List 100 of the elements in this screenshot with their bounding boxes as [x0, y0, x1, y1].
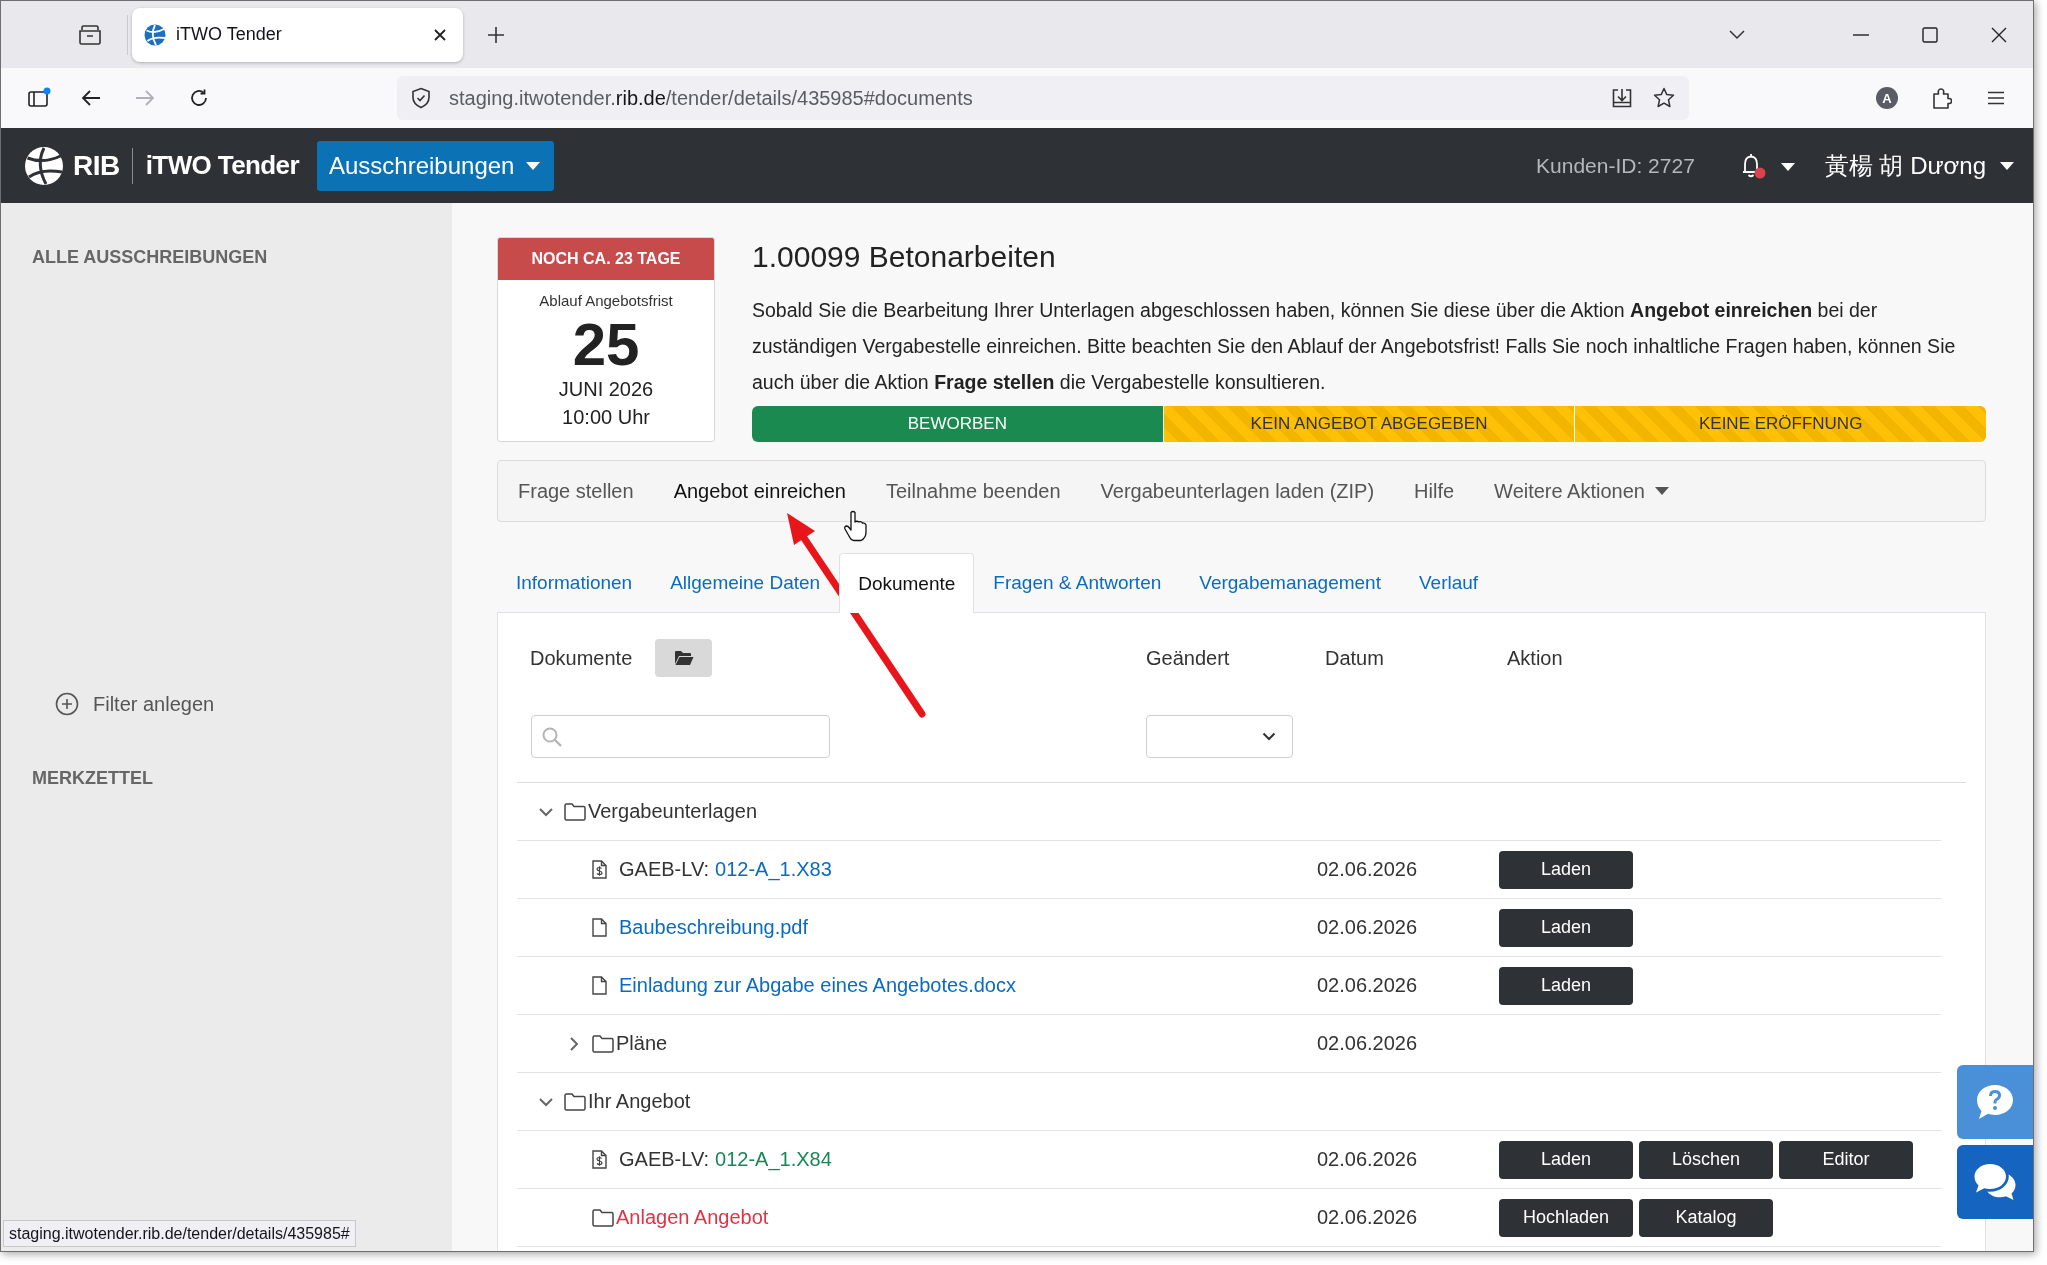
back-icon[interactable] — [81, 89, 101, 107]
deadline-day: 25 — [572, 316, 640, 374]
plus-circle-icon — [55, 692, 79, 716]
date-text: 02.06.2026 — [1317, 1032, 1418, 1054]
open-folder-icon — [673, 650, 694, 666]
column-header: Datum — [1324, 646, 1385, 670]
deadline-time: 10:00 Uhr — [562, 405, 650, 430]
chevron-right-icon[interactable] — [569, 1035, 579, 1052]
folder-icon — [592, 1034, 614, 1053]
days-left-badge: NOCH CA. 23 TAGE — [498, 238, 714, 280]
address-bar[interactable]: staging.itwotender.rib.de/tender/details/435985#documents — [397, 76, 1689, 120]
chat-button[interactable] — [1957, 1145, 2033, 1219]
file-dollar-icon — [592, 1150, 607, 1169]
link-status-bar: staging.itwotender.rib.de/tender/details/435985# — [3, 1220, 356, 1247]
date-text: 02.06.2026 — [1317, 1206, 1418, 1228]
tab[interactable]: Dokumente — [839, 553, 975, 613]
site-logo-icon — [144, 23, 166, 46]
maximize-icon[interactable] — [1921, 26, 1938, 43]
caret-down-icon[interactable] — [1780, 162, 1795, 171]
download-icon[interactable] — [1611, 87, 1633, 109]
shield-icon[interactable] — [411, 87, 431, 109]
chevron-down-icon[interactable] — [538, 1096, 554, 1107]
action-link[interactable]: Angebot einreichen — [653, 461, 866, 521]
browser-tab[interactable]: iTWO Tender — [132, 7, 463, 62]
action-button[interactable]: Hochladen — [1499, 1198, 1633, 1237]
close-icon[interactable] — [433, 27, 447, 42]
menu-icon[interactable] — [1987, 91, 2005, 105]
column-header: Aktion — [1506, 646, 1564, 670]
date-text: 02.06.2026 — [1317, 1148, 1418, 1170]
action-button[interactable]: Katalog — [1639, 1198, 1773, 1237]
tab[interactable]: Fragen & Antworten — [974, 553, 1181, 612]
close-icon[interactable] — [1990, 26, 2007, 43]
action-button[interactable]: Laden — [1499, 850, 1633, 889]
chat-bubbles-icon — [1973, 1162, 2017, 1202]
action-button[interactable]: Löschen — [1639, 1140, 1773, 1179]
action-link[interactable]: Vergabeunterlagen laden (ZIP) — [1080, 461, 1395, 521]
search-field[interactable] — [531, 715, 830, 758]
customer-id: Kunden-ID: 2727 — [1536, 153, 1695, 178]
file-icon — [592, 918, 607, 937]
tab[interactable]: Allgemeine Daten — [651, 553, 840, 612]
folder-icon — [564, 802, 586, 821]
tab[interactable]: Vergabemanagement — [1180, 553, 1400, 612]
file-type-label: GAEB-LV: — [619, 858, 710, 881]
folder-name[interactable]: Vergabeunterlagen — [588, 800, 758, 823]
file-type-label: GAEB-LV: — [619, 1148, 710, 1171]
user-menu-button[interactable]: 黃楊 胡 Dương — [1824, 149, 2014, 182]
account-button[interactable]: A — [1876, 87, 1898, 109]
star-icon[interactable] — [1653, 87, 1675, 109]
archive-box-icon[interactable] — [78, 23, 102, 46]
caret-down-icon[interactable] — [1654, 487, 1669, 495]
date-text: 02.06.2026 — [1317, 916, 1418, 938]
caret-down-icon[interactable] — [2000, 161, 2014, 170]
tab[interactable]: Informationen — [497, 553, 652, 612]
file-link[interactable]: Baubeschreibung.pdf — [619, 916, 809, 939]
action-link[interactable]: Teilnahme beenden — [866, 461, 1081, 521]
tender-title: 1.00099 Betonarbeiten — [752, 239, 1057, 275]
status-step: KEIN ANGEBOT ABGEGEBEN — [1162, 406, 1575, 442]
section-heading[interactable]: ALLE AUSSCHREIBUNGEN — [32, 245, 268, 269]
column-header: Dokumente — [530, 646, 633, 670]
folder-icon — [592, 1208, 614, 1227]
puzzle-icon[interactable] — [1932, 87, 1952, 109]
date-text: 02.06.2026 — [1317, 858, 1418, 880]
minimize-icon[interactable] — [1852, 33, 1869, 36]
folder-icon — [564, 1092, 586, 1111]
tab[interactable]: Verlauf — [1399, 553, 1498, 612]
chevron-down-icon — [1262, 732, 1276, 741]
product-name: iTWO Tender — [145, 150, 299, 181]
action-link[interactable]: Hilfe — [1394, 461, 1475, 521]
logo-icon — [24, 145, 64, 186]
tender-description: Sobald Sie die Bearbeitung Ihrer Unterlagen abgeschlossen haben, können Sie diese über die Aktion Angebot einreichen bei der zuständigen Vergabestelle einreichen. Bitte beachten Sie den Ablauf der Angebotsfrist! Falls Sie noch inhaltliche Fragen haben, können Sie auch über die Aktion Frage stellen die Vergabestelle konsultieren. — [752, 298, 1957, 395]
help-button[interactable] — [1957, 1065, 2033, 1139]
more-actions-dropdown[interactable]: Weitere Aktionen — [1474, 461, 1689, 521]
action-button[interactable]: Laden — [1499, 908, 1633, 947]
status-step: BEWORBEN — [752, 406, 1163, 442]
file-dollar-icon — [592, 860, 607, 879]
file-link[interactable]: 012-A_1.X84 — [715, 1148, 832, 1171]
file-link[interactable]: Einladung zur Abgabe eines Angebotes.docx — [619, 974, 1016, 997]
chevron-down-icon[interactable] — [1729, 29, 1745, 40]
date-text: 02.06.2026 — [1317, 974, 1418, 996]
action-button[interactable]: Laden — [1499, 966, 1633, 1005]
reload-icon[interactable] — [189, 88, 209, 108]
action-button[interactable]: Laden — [1499, 1140, 1633, 1179]
folder-name[interactable]: Ihr Angebot — [588, 1090, 691, 1113]
chevron-down-icon[interactable] — [538, 806, 554, 817]
action-link[interactable]: Frage stellen — [498, 461, 654, 521]
folder-button[interactable] — [655, 639, 713, 677]
folder-name[interactable]: Anlagen Angebot — [616, 1206, 769, 1229]
folder-name[interactable]: Pläne — [616, 1032, 668, 1055]
section-heading[interactable]: MERKZETTEL — [32, 766, 153, 790]
status-step: KEINE ERÖFFNUNG — [1574, 406, 1986, 442]
file-icon — [592, 976, 607, 995]
file-link[interactable]: 012-A_1.X83 — [715, 858, 832, 881]
column-header: Geändert — [1146, 646, 1231, 670]
menu-dropdown-button[interactable]: Ausschreibungen — [317, 140, 555, 191]
sidebar-icon[interactable] — [27, 87, 51, 109]
action-button[interactable]: Editor — [1779, 1140, 1913, 1179]
deadline-label: Ablauf Angebotsfrist — [539, 292, 673, 310]
add-filter-link[interactable]: Filter anlegen — [55, 692, 215, 716]
brand-name: RIB — [73, 149, 120, 182]
question-bubble-icon — [1975, 1083, 2015, 1121]
